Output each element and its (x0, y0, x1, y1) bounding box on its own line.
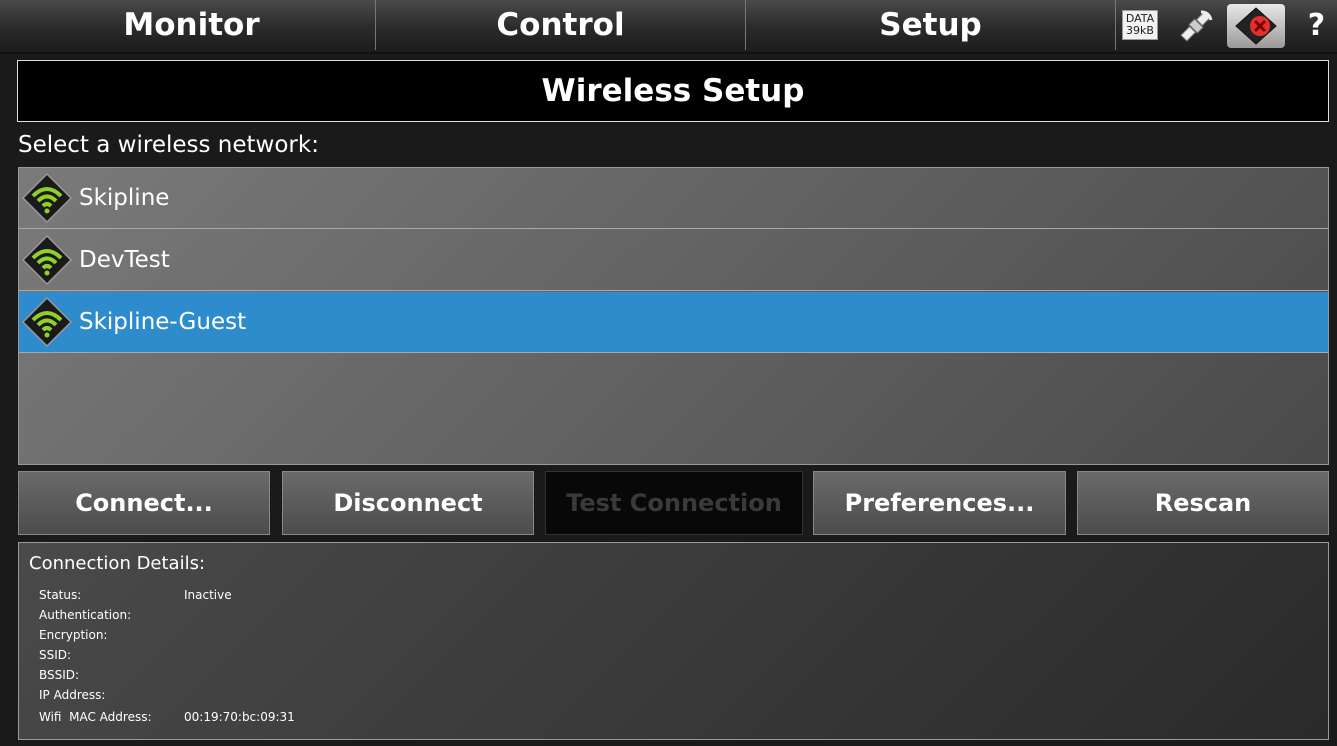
network-item-skipline[interactable]: Skipline (19, 168, 1328, 229)
network-item-devtest[interactable]: DevTest (19, 230, 1328, 291)
tab-control[interactable]: Control (376, 0, 746, 50)
connection-status-button[interactable] (1227, 4, 1285, 48)
detail-value-status: Inactive (184, 588, 232, 602)
page-title: Wireless Setup (17, 60, 1329, 122)
connection-details-panel: Connection Details: Status: Inactive Aut… (18, 542, 1329, 740)
wifi-signal-icon (21, 234, 73, 286)
rescan-button[interactable]: Rescan (1077, 471, 1329, 535)
disconnect-button[interactable]: Disconnect (282, 471, 534, 535)
detail-label-bssid: BSSID: (39, 668, 80, 682)
tab-setup[interactable]: Setup (746, 0, 1116, 50)
data-usage-indicator: DATA 39kB (1122, 10, 1158, 40)
connection-details-title: Connection Details: (29, 553, 206, 574)
wifi-signal-icon (21, 296, 73, 348)
detail-label-ssid: SSID: (39, 648, 72, 662)
connection-error-icon (1235, 7, 1277, 45)
connect-button[interactable]: Connect... (18, 471, 270, 535)
detail-value-mac: 00:19:70:bc:09:31 (184, 710, 295, 724)
tab-monitor[interactable]: Monitor (8, 0, 376, 50)
detail-label-authentication: Authentication: (39, 608, 132, 622)
detail-label-ip: IP Address: (39, 688, 106, 702)
test-connection-button[interactable]: Test Connection (545, 471, 803, 535)
gps-satellite-icon[interactable] (1171, 6, 1221, 46)
top-navigation: Monitor Control Setup DATA 39kB ? (0, 0, 1337, 54)
detail-label-status: Status: (39, 588, 82, 602)
data-usage-value: 39kB (1126, 24, 1154, 37)
detail-label-encryption: Encryption: (39, 628, 108, 642)
network-ssid: Skipline-Guest (79, 309, 247, 335)
preferences-button[interactable]: Preferences... (813, 471, 1066, 535)
wifi-signal-icon (21, 172, 73, 224)
detail-label-mac: Wifi MAC Address: (39, 710, 152, 724)
network-list[interactable]: Skipline DevTest Skipline-Guest (18, 167, 1329, 465)
network-ssid: Skipline (79, 185, 170, 211)
network-prompt: Select a wireless network: (18, 132, 319, 158)
help-button[interactable]: ? (1296, 0, 1337, 50)
network-item-skipline-guest[interactable]: Skipline-Guest (19, 292, 1328, 353)
network-ssid: DevTest (79, 247, 170, 273)
